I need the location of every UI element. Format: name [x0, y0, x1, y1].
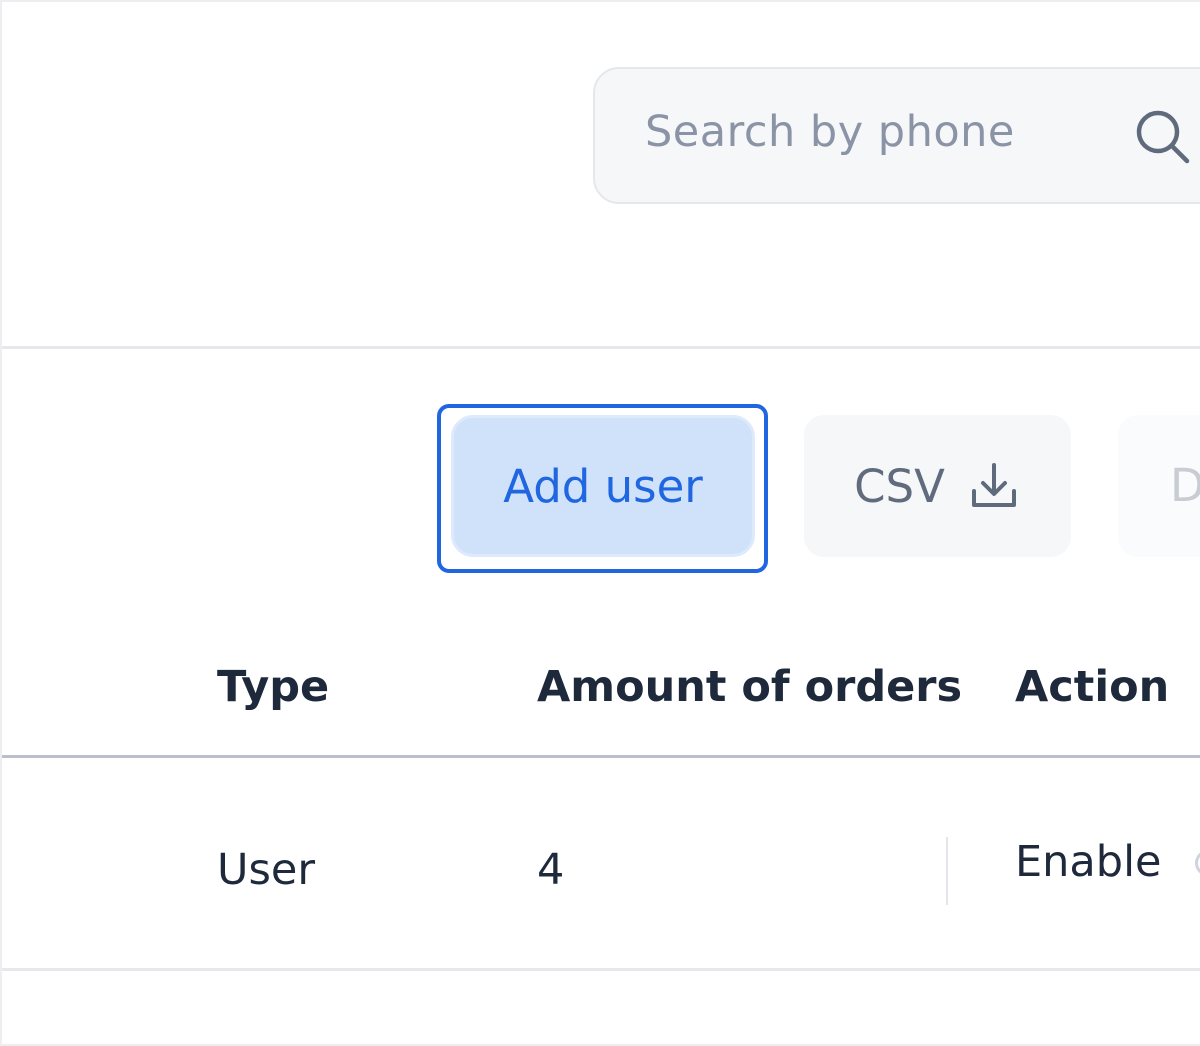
table-cell-amount-of-orders: 4: [537, 845, 565, 895]
table-cell-type: User: [217, 845, 316, 895]
table-header-divider: [2, 755, 1200, 758]
toolbar-button-partial-label: D: [1170, 459, 1200, 512]
column-header-amount-of-orders[interactable]: Amount of orders: [537, 662, 962, 712]
search-icon[interactable]: [1133, 107, 1193, 167]
toolbar-button-partial[interactable]: D: [1118, 415, 1200, 557]
csv-label: CSV: [854, 459, 945, 513]
add-user-button[interactable]: Add user: [451, 415, 755, 557]
csv-export-button[interactable]: CSV: [804, 415, 1071, 557]
user-management-panel: Search by phone Add user CSV D Type Amou…: [0, 0, 1200, 1046]
cell-separator: [946, 837, 948, 905]
download-icon: [967, 459, 1021, 513]
toggle-switch[interactable]: [1195, 850, 1200, 876]
table-row-divider: [2, 968, 1200, 971]
enable-toggle-label[interactable]: Enable: [1015, 837, 1161, 887]
section-divider: [2, 346, 1200, 349]
search-placeholder: Search by phone: [645, 107, 1015, 157]
add-user-label: Add user: [503, 459, 703, 513]
column-header-type[interactable]: Type: [217, 662, 329, 712]
search-input[interactable]: Search by phone: [593, 67, 1200, 204]
column-header-action[interactable]: Action: [1015, 662, 1169, 712]
